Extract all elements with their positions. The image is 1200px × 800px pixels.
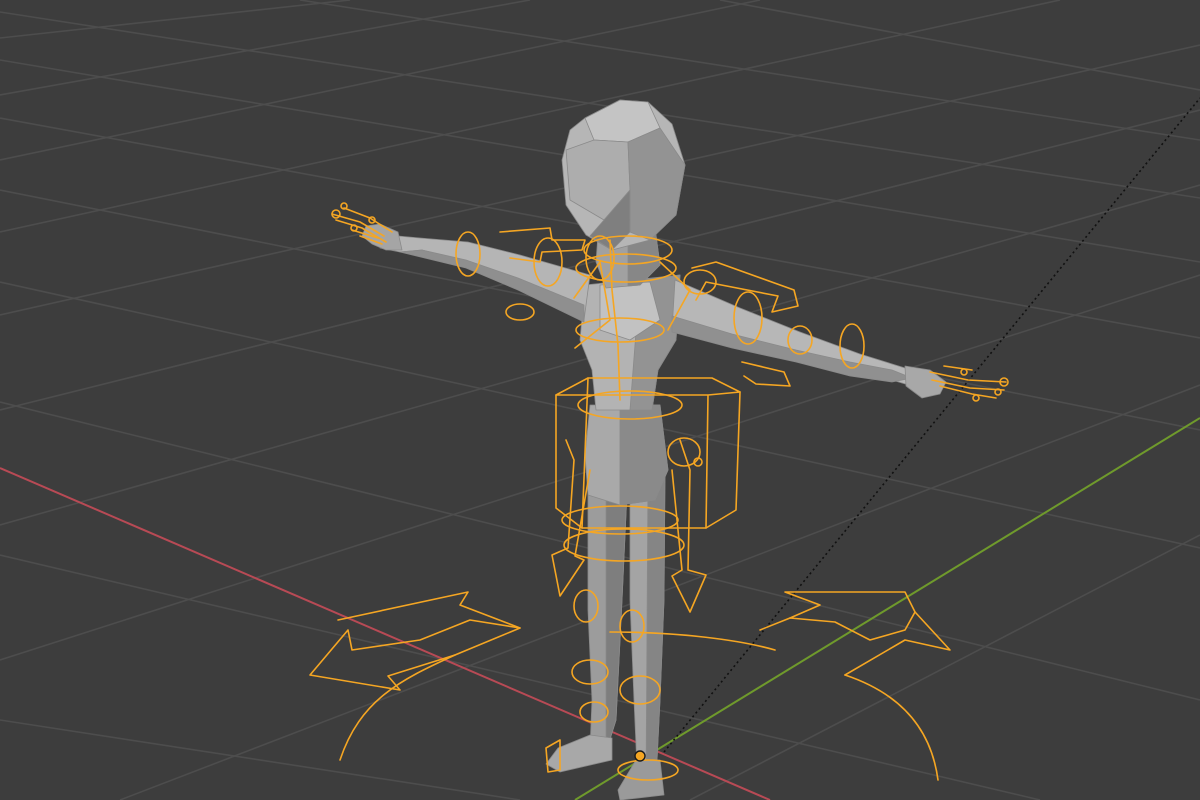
ik-arrow-left-lower xyxy=(741,361,791,387)
grid-line xyxy=(299,0,1200,141)
finger-tip-left-c xyxy=(972,394,980,402)
root-arc-left xyxy=(339,654,456,761)
elbow-right-ring xyxy=(505,303,535,321)
grid-line xyxy=(0,0,351,39)
root-arrow-top xyxy=(337,591,521,629)
root-control[interactable] xyxy=(309,591,951,781)
3d-viewport[interactable] xyxy=(0,0,1200,800)
mesh-leg-left-shade xyxy=(645,469,666,786)
finger-tip-left-d xyxy=(960,368,968,376)
mesh-hand-right xyxy=(361,223,403,251)
grid-line xyxy=(0,0,531,96)
relationship-line xyxy=(663,97,1200,753)
grid-line xyxy=(0,0,1061,233)
root-arrow-right xyxy=(759,611,951,676)
grid-line xyxy=(0,719,521,800)
object-origin-dot[interactable] xyxy=(634,750,646,762)
y-axis-line xyxy=(574,417,1200,800)
viewport-scene[interactable] xyxy=(0,0,1200,800)
mesh-foot-right xyxy=(545,734,613,773)
mesh-leg-right-shade xyxy=(605,469,629,753)
